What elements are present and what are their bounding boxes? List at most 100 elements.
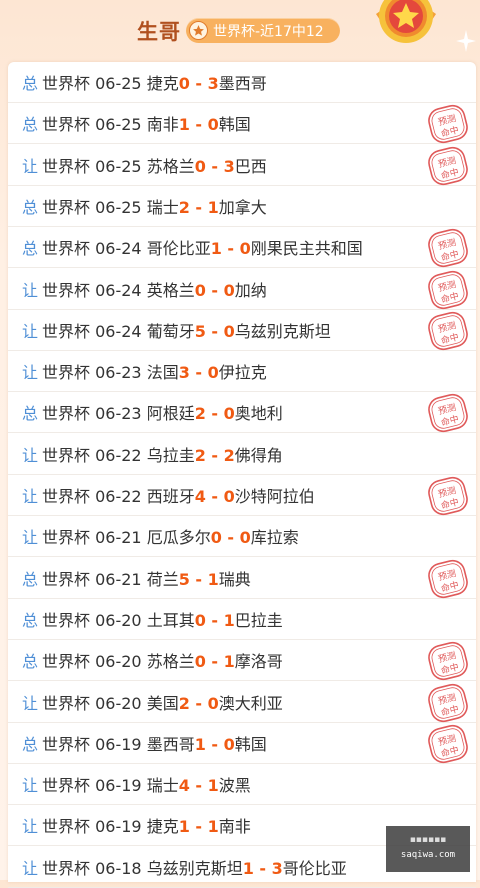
- home-team: 墨西哥: [146, 735, 195, 754]
- league-date: 世界杯 06-20: [42, 611, 147, 630]
- league-date: 世界杯 06-23: [42, 404, 147, 423]
- home-team: 哥伦比亚: [146, 239, 211, 258]
- match-text: 总世界杯 06-25 南非1 - 0韩国: [22, 111, 251, 135]
- match-row[interactable]: 总世界杯 06-21 荷兰5 - 1瑞典 预测 命中: [8, 558, 476, 599]
- home-score: 2: [194, 446, 206, 465]
- away-team: 乌兹别克斯坦: [234, 322, 331, 341]
- league-date: 世界杯 06-23: [42, 363, 147, 382]
- home-team: 南非: [146, 115, 179, 134]
- match-row[interactable]: 总世界杯 06-25 瑞士2 - 1加拿大: [8, 186, 476, 227]
- score-separator: -: [221, 528, 240, 547]
- away-score: 0: [207, 694, 219, 713]
- league-date: 世界杯 06-22: [42, 487, 147, 506]
- prediction-hit-stamp-icon: 预测命中: [428, 104, 468, 144]
- home-score: 1: [194, 735, 206, 754]
- away-team: 哥伦比亚: [282, 859, 347, 878]
- match-row[interactable]: 让世界杯 06-22 乌拉圭2 - 2佛得角: [8, 434, 476, 475]
- home-score: 2: [178, 198, 190, 217]
- score-separator: -: [205, 281, 224, 300]
- home-team: 捷克: [146, 817, 179, 836]
- match-row[interactable]: 总世界杯 06-23 阿根廷2 - 0奥地利 预测 命中: [8, 392, 476, 433]
- home-score: 1: [178, 817, 190, 836]
- away-score: 0: [223, 322, 235, 341]
- match-row[interactable]: 总世界杯 06-25 捷克0 - 3墨西哥: [8, 62, 476, 103]
- star-icon: [189, 21, 208, 40]
- match-row[interactable]: 总世界杯 06-24 哥伦比亚1 - 0刚果民主共和国 预测 命中: [8, 227, 476, 268]
- home-team: 捷克: [146, 74, 179, 93]
- match-row[interactable]: 让世界杯 06-25 苏格兰0 - 3巴西 预测 命中: [8, 145, 476, 186]
- league-date: 世界杯 06-25: [42, 74, 147, 93]
- home-team: 英格兰: [146, 281, 195, 300]
- match-text: 让世界杯 06-25 苏格兰0 - 3巴西: [22, 153, 267, 177]
- home-team: 苏格兰: [146, 157, 195, 176]
- match-row[interactable]: 让世界杯 06-21 厄瓜多尔0 - 0库拉索: [8, 516, 476, 557]
- league-date: 世界杯 06-19: [42, 735, 147, 754]
- medal-icon: [376, 0, 436, 43]
- league-date: 世界杯 06-20: [42, 694, 147, 713]
- away-score: 3: [223, 157, 235, 176]
- league-date: 世界杯 06-21: [42, 528, 147, 547]
- watermark-line1: ▪▪▪▪▪▪: [409, 835, 447, 845]
- bet-type-label: 让: [22, 817, 39, 836]
- league-date: 世界杯 06-24: [42, 239, 147, 258]
- match-text: 总世界杯 06-25 捷克0 - 3墨西哥: [22, 70, 267, 94]
- prediction-hit-stamp-icon: 预测命中: [428, 683, 468, 723]
- match-row[interactable]: 总世界杯 06-20 苏格兰0 - 1摩洛哥 预测 命中: [8, 640, 476, 681]
- bet-type-label: 让: [22, 859, 39, 878]
- away-score: 1: [207, 198, 219, 217]
- match-row[interactable]: 总世界杯 06-25 南非1 - 0韩国 预测 命中: [8, 103, 476, 144]
- expert-name[interactable]: 生哥: [137, 16, 181, 46]
- league-date: 世界杯 06-24: [42, 322, 147, 341]
- match-text: 总世界杯 06-20 苏格兰0 - 1摩洛哥: [22, 648, 283, 672]
- away-team: 巴西: [234, 157, 267, 176]
- record-badge: 世界杯-近17中12: [186, 18, 340, 43]
- match-row[interactable]: 让世界杯 06-23 法国3 - 0伊拉克: [8, 351, 476, 392]
- league-date: 世界杯 06-25: [42, 115, 147, 134]
- home-team: 荷兰: [146, 570, 179, 589]
- match-row[interactable]: 总世界杯 06-19 墨西哥1 - 0韩国 预测 命中: [8, 723, 476, 764]
- away-score: 0: [207, 115, 219, 134]
- match-row[interactable]: 总世界杯 06-20 土耳其0 - 1巴拉圭: [8, 599, 476, 640]
- match-text: 总世界杯 06-21 荷兰5 - 1瑞典: [22, 566, 251, 590]
- score-separator: -: [253, 859, 272, 878]
- header: 生哥 世界杯-近17中12: [0, 0, 480, 62]
- home-team: 乌兹别克斯坦: [146, 859, 243, 878]
- match-text: 让世界杯 06-23 法国3 - 0伊拉克: [22, 359, 267, 383]
- match-row[interactable]: 让世界杯 06-24 葡萄牙5 - 0乌兹别克斯坦 预测 命中: [8, 310, 476, 351]
- match-text: 让世界杯 06-19 瑞士4 - 1波黑: [22, 772, 251, 796]
- league-date: 世界杯 06-21: [42, 570, 147, 589]
- match-row[interactable]: 让世界杯 06-22 西班牙4 - 0沙特阿拉伯 预测 命中: [8, 475, 476, 516]
- league-date: 世界杯 06-19: [42, 776, 147, 795]
- match-row[interactable]: 让世界杯 06-24 英格兰0 - 0加纳 预测 命中: [8, 269, 476, 310]
- away-score: 0: [239, 528, 251, 547]
- match-text: 总世界杯 06-23 阿根廷2 - 0奥地利: [22, 400, 283, 424]
- away-team: 加纳: [234, 281, 267, 300]
- match-row[interactable]: 让世界杯 06-19 瑞士4 - 1波黑: [8, 764, 476, 805]
- prediction-hit-stamp-icon: 预测命中: [428, 270, 468, 310]
- bet-type-label: 让: [22, 446, 39, 465]
- bet-type-label: 让: [22, 363, 39, 382]
- match-text: 总世界杯 06-25 瑞士2 - 1加拿大: [22, 194, 267, 218]
- home-score: 1: [178, 115, 190, 134]
- watermark-line2: saqiwa.com: [400, 850, 456, 860]
- prediction-hit-stamp-icon: 预测命中: [428, 559, 468, 599]
- bet-type-label: 总: [22, 735, 39, 754]
- match-text: 让世界杯 06-19 捷克1 - 1南非: [22, 813, 251, 837]
- score-separator: -: [205, 652, 224, 671]
- away-team: 奥地利: [234, 404, 283, 423]
- bet-type-label: 总: [22, 198, 39, 217]
- bet-type-label: 总: [22, 115, 39, 134]
- score-separator: -: [205, 404, 224, 423]
- prediction-hit-stamp-icon: 预测命中: [428, 476, 468, 516]
- bet-type-label: 让: [22, 322, 39, 341]
- score-separator: -: [205, 611, 224, 630]
- away-score: 0: [223, 487, 235, 506]
- match-row[interactable]: 让世界杯 06-20 美国2 - 0澳大利亚 预测 命中: [8, 682, 476, 723]
- home-score: 0: [194, 281, 206, 300]
- match-text: 让世界杯 06-22 乌拉圭2 - 2佛得角: [22, 442, 283, 466]
- score-separator: -: [189, 694, 208, 713]
- score-separator: -: [189, 198, 208, 217]
- home-team: 瑞士: [146, 198, 179, 217]
- away-score: 0: [223, 281, 235, 300]
- bet-type-label: 总: [22, 74, 39, 93]
